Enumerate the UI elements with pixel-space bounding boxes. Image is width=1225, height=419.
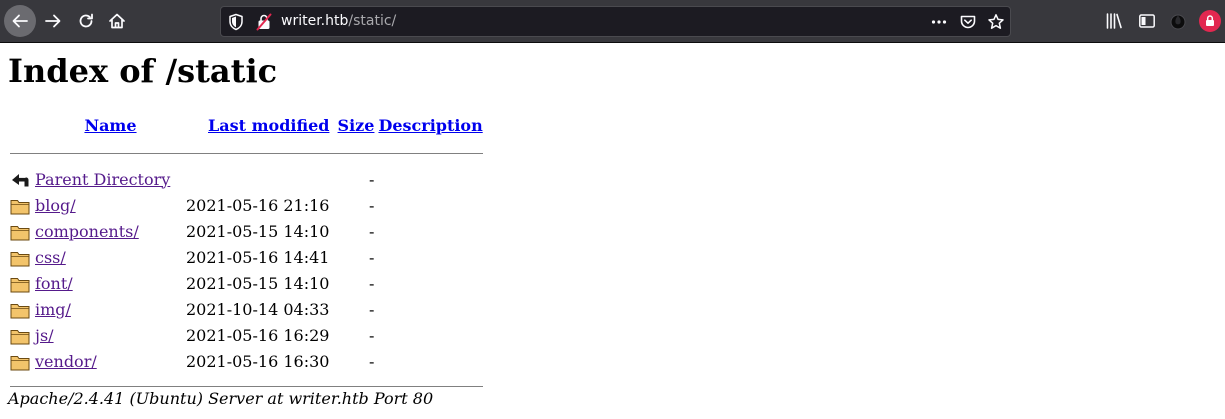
server-signature: Apache/2.4.41 (Ubuntu) Server at writer.… bbox=[8, 389, 434, 408]
folder-icon bbox=[10, 356, 30, 371]
list-item: js/ 2021-05-16 16:29 - bbox=[10, 322, 483, 348]
modified-value: 2021-05-15 14:10 bbox=[186, 221, 330, 241]
list-item: font/ 2021-05-15 14:10 - bbox=[10, 270, 483, 296]
sort-by-last-modified-link[interactable]: Last modified bbox=[208, 116, 329, 135]
modified-value: 2021-05-16 21:16 bbox=[186, 195, 330, 215]
extension-icon[interactable] bbox=[1169, 12, 1187, 30]
back-arrow-icon bbox=[12, 14, 28, 28]
size-value: - bbox=[369, 325, 375, 345]
folder-icon bbox=[10, 252, 30, 267]
parent-directory-row: Parent Directory - bbox=[10, 166, 483, 192]
modified-value: 2021-05-16 16:29 bbox=[186, 325, 330, 345]
size-value: - bbox=[369, 351, 375, 371]
reload-button[interactable] bbox=[70, 5, 102, 37]
list-item: components/ 2021-05-15 14:10 - bbox=[10, 218, 483, 244]
sort-by-name-link[interactable]: Name bbox=[84, 116, 136, 135]
blocked-icon bbox=[1206, 15, 1214, 26]
header-row: Name Last modified Size Description bbox=[10, 110, 482, 140]
folder-link[interactable]: components/ bbox=[35, 222, 139, 241]
browser-toolbar: writer.htb/static/ bbox=[0, 0, 1225, 43]
folder-link[interactable]: img/ bbox=[35, 300, 71, 319]
list-item: blog/ 2021-05-16 21:16 - bbox=[10, 192, 483, 218]
directory-listing: Name Last modified Size Description Pare… bbox=[10, 110, 483, 392]
folder-link[interactable]: js/ bbox=[35, 326, 54, 345]
divider bbox=[10, 385, 483, 387]
sort-by-description-link[interactable]: Description bbox=[378, 116, 482, 135]
divider bbox=[10, 152, 483, 154]
sidebar-icon[interactable] bbox=[1138, 12, 1156, 30]
reload-icon bbox=[79, 13, 93, 28]
home-icon bbox=[109, 13, 125, 29]
folder-link[interactable]: vendor/ bbox=[35, 352, 97, 371]
modified-value: 2021-05-15 14:10 bbox=[186, 273, 330, 293]
folder-link[interactable]: css/ bbox=[35, 248, 66, 267]
modified-value: 2021-05-16 14:41 bbox=[186, 247, 330, 267]
url-text[interactable]: writer.htb/static/ bbox=[281, 13, 396, 29]
last-modified-column-header: Last modified bbox=[186, 110, 329, 140]
list-item: css/ 2021-05-16 14:41 - bbox=[10, 244, 483, 270]
size-value: - bbox=[369, 195, 375, 215]
url-bar[interactable]: writer.htb/static/ bbox=[220, 6, 1011, 37]
size-value: - bbox=[369, 221, 375, 241]
shield-icon[interactable] bbox=[228, 13, 244, 31]
blocked-button[interactable] bbox=[1199, 10, 1221, 32]
page-title: Index of /static bbox=[8, 52, 278, 90]
home-button[interactable] bbox=[101, 5, 133, 37]
folder-icon bbox=[10, 330, 30, 345]
size-value: - bbox=[369, 299, 375, 319]
back-button[interactable] bbox=[4, 5, 36, 37]
url-host: writer.htb bbox=[281, 13, 349, 29]
separator-row bbox=[10, 140, 483, 158]
modified-value: 2021-05-16 16:30 bbox=[186, 351, 330, 371]
more-icon[interactable] bbox=[930, 13, 948, 31]
list-item: vendor/ 2021-05-16 16:30 - bbox=[10, 348, 483, 374]
forward-button[interactable] bbox=[37, 5, 69, 37]
url-path: /static/ bbox=[348, 13, 397, 29]
list-item: img/ 2021-10-14 04:33 - bbox=[10, 296, 483, 322]
size-value: - bbox=[369, 169, 375, 189]
folder-icon bbox=[10, 226, 30, 241]
description-column-header: Description bbox=[374, 110, 482, 140]
folder-link[interactable]: font/ bbox=[35, 274, 73, 293]
folder-icon bbox=[10, 278, 30, 293]
parent-directory-link[interactable]: Parent Directory bbox=[35, 170, 170, 189]
folder-icon bbox=[10, 304, 30, 319]
insecure-lock-icon[interactable] bbox=[256, 13, 272, 31]
back-arrow-icon bbox=[12, 174, 29, 187]
modified-value: 2021-10-14 04:33 bbox=[186, 299, 330, 319]
sort-by-size-link[interactable]: Size bbox=[338, 116, 375, 135]
forward-arrow-icon bbox=[45, 14, 61, 28]
folder-link[interactable]: blog/ bbox=[35, 196, 76, 215]
bookmark-star-icon[interactable] bbox=[987, 13, 1005, 31]
icon-column-header bbox=[10, 110, 35, 140]
folder-icon bbox=[10, 200, 30, 215]
size-value: - bbox=[369, 247, 375, 267]
size-column-header: Size bbox=[329, 110, 375, 140]
size-value: - bbox=[369, 273, 375, 293]
library-icon[interactable] bbox=[1105, 12, 1123, 30]
pocket-icon[interactable] bbox=[959, 13, 977, 31]
name-column-header: Name bbox=[35, 110, 186, 140]
